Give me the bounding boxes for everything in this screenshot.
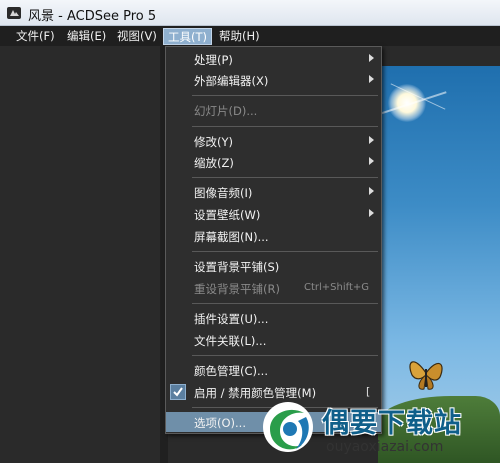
watermark-url: ouyaoxiazai.com — [326, 439, 444, 455]
menu-separator — [192, 251, 378, 252]
butterfly — [409, 361, 443, 390]
title-bar: 风景 - ACDSee Pro 5 — [0, 0, 500, 26]
menu-separator — [192, 95, 378, 96]
acdsee-app-icon[interactable] — [6, 5, 22, 21]
menu-item-set-wallpaper[interactable]: 设置壁纸(W) — [166, 204, 381, 224]
menu-tools[interactable]: 工具(T) — [163, 28, 212, 45]
submenu-arrow-icon — [369, 209, 374, 217]
menu-view[interactable]: 视图(V) — [113, 28, 161, 45]
menu-item-screen-capture[interactable]: 屏幕截图(N)... — [166, 226, 381, 246]
submenu-arrow-icon — [369, 187, 374, 195]
menu-help[interactable]: 帮助(H) — [215, 28, 264, 45]
menu-item-zoom[interactable]: 缩放(Z) — [166, 152, 381, 172]
menu-item-label: 设置背景平铺(S) — [194, 260, 280, 274]
menu-item-modify[interactable]: 修改(Y) — [166, 131, 381, 151]
menu-item-label: 屏幕截图(N)... — [194, 230, 269, 244]
menu-item-label: 重设背景平铺(R) — [194, 282, 280, 296]
menu-item-label: 颜色管理(C)... — [194, 364, 268, 378]
menu-item-label: 插件设置(U)... — [194, 312, 269, 326]
menu-item-process[interactable]: 处理(P) — [166, 49, 381, 69]
menu-file[interactable]: 文件(F) — [12, 28, 59, 45]
submenu-arrow-icon — [369, 136, 374, 144]
site-logo-icon — [263, 402, 313, 452]
menu-item-image-audio[interactable]: 图像音频(I) — [166, 182, 381, 202]
window-title: 风景 - ACDSee Pro 5 — [28, 9, 157, 24]
menu-item-label: 文件关联(L)... — [194, 334, 267, 348]
menu-item-plugin-settings[interactable]: 插件设置(U)... — [166, 308, 381, 328]
menu-separator — [192, 177, 378, 178]
menu-separator — [192, 303, 378, 304]
menu-item-shortcut: Ctrl+Shift+G — [304, 282, 370, 293]
watermark-title: 偶要下载站 — [322, 408, 462, 439]
tools-menu: 处理(P) 外部编辑器(X) 幻灯片(D)... 修改(Y) 缩放(Z) 图像音… — [165, 46, 382, 434]
menu-item-reset-background-tile[interactable]: 重设背景平铺(R) Ctrl+Shift+G — [166, 278, 381, 298]
menu-item-label: 修改(Y) — [194, 135, 233, 149]
submenu-arrow-icon — [369, 157, 374, 165]
watermark: 偶要下载站 ouyaoxiazai.com — [256, 395, 500, 463]
menu-item-set-background-tile[interactable]: 设置背景平铺(S) — [166, 256, 381, 276]
menu-item-label: 处理(P) — [194, 53, 233, 67]
checkmark-icon — [170, 384, 186, 400]
submenu-arrow-icon — [369, 54, 374, 62]
menu-item-label: 图像音频(I) — [194, 186, 253, 200]
menu-item-color-management[interactable]: 颜色管理(C)... — [166, 360, 381, 380]
menu-item-label: 缩放(Z) — [194, 156, 234, 170]
menu-item-label: 外部编辑器(X) — [194, 74, 269, 88]
menu-item-external-editor[interactable]: 外部编辑器(X) — [166, 70, 381, 90]
menu-item-label: 设置壁纸(W) — [194, 208, 261, 222]
menu-separator — [192, 126, 378, 127]
menu-item-label: 幻灯片(D)... — [194, 104, 258, 118]
menu-item-label: 选项(O)... — [194, 416, 246, 430]
menu-edit[interactable]: 编辑(E) — [63, 28, 110, 45]
submenu-arrow-icon — [369, 75, 374, 83]
menu-item-file-association[interactable]: 文件关联(L)... — [166, 330, 381, 350]
menu-item-slideshow[interactable]: 幻灯片(D)... — [166, 100, 381, 120]
menu-separator — [192, 355, 378, 356]
menu-bar: 文件(F) 编辑(E) 视图(V) 工具(T) 帮助(H) — [0, 26, 500, 46]
